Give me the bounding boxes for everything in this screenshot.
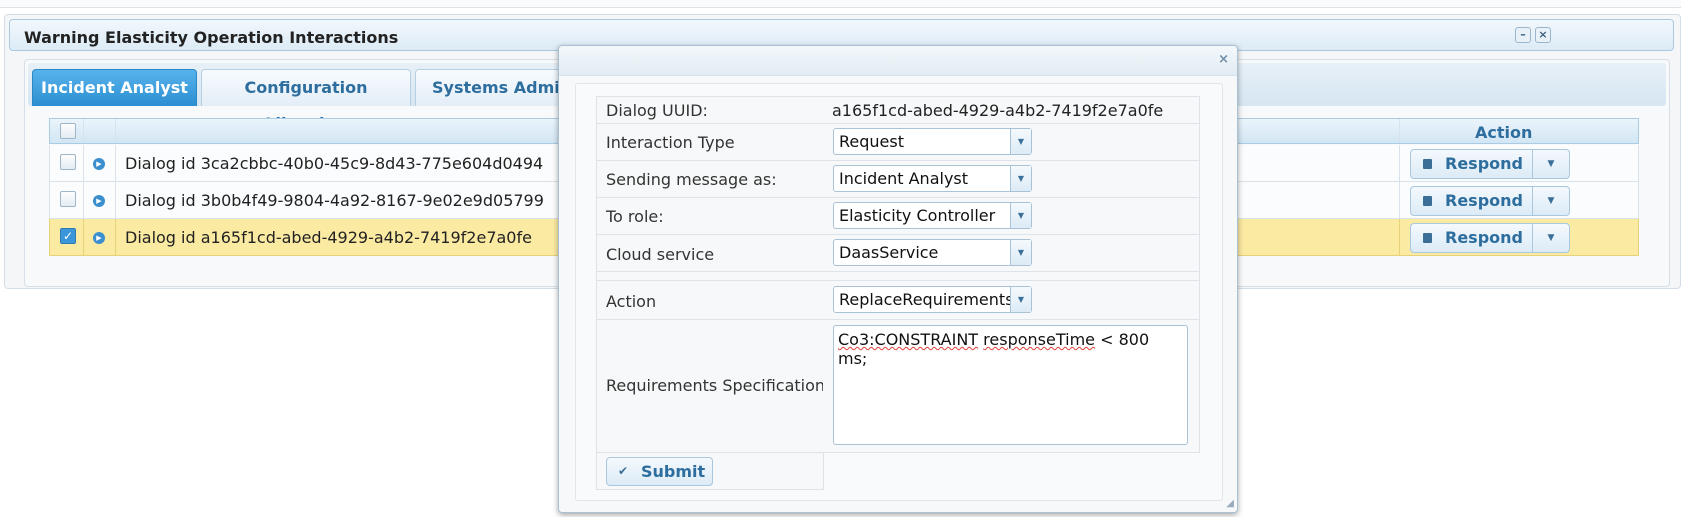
to-role-select[interactable]: Elasticity Controller ▼ [833, 202, 1032, 229]
close-icon[interactable]: × [1218, 52, 1229, 67]
chevron-down-icon[interactable]: ▼ [1010, 240, 1031, 265]
select-all-checkbox[interactable] [60, 123, 76, 139]
chevron-down-icon[interactable]: ▼ [1533, 224, 1569, 252]
form-label-cell: Interaction Type [596, 123, 824, 161]
action-select[interactable]: ReplaceRequirements ▼ [833, 286, 1032, 313]
chevron-down-icon[interactable]: ▼ [1533, 187, 1569, 215]
sending-as-label: Sending message as: [606, 170, 777, 189]
form-value-cell: ReplaceRequirements ▼ [823, 280, 1200, 320]
form-label-cell: Requirements Specification [596, 319, 826, 453]
dialog-id-text: Dialog id 3ca2cbbc-40b0-45c9-8d43-775e60… [125, 154, 544, 173]
action-column-header: Action [1475, 123, 1533, 142]
form-label-cell: Dialog UUID: [596, 96, 824, 124]
minimize-icon[interactable]: – [1515, 27, 1531, 43]
tab-systems-admin[interactable]: Systems Admi [415, 69, 565, 106]
interaction-type-select[interactable]: Request ▼ [833, 128, 1032, 155]
dialog-id-text: Dialog id 3b0b4f49-9804-4a92-8167-9e02e9… [125, 191, 544, 210]
dialog-titlebar[interactable]: × [559, 46, 1237, 76]
respond-button-group: Respond ▼ [1410, 186, 1570, 216]
uuid-label: Dialog UUID: [606, 101, 708, 120]
respond-button-group: Respond ▼ [1410, 149, 1570, 179]
requirements-label: Requirements Specification [606, 376, 826, 395]
chevron-down-icon[interactable]: ▼ [1533, 150, 1569, 178]
form-label-cell: Cloud service [596, 234, 824, 272]
interaction-type-label: Interaction Type [606, 133, 735, 152]
submit-button[interactable]: ✔ Submit [606, 457, 713, 486]
form-value-cell: Request ▼ [823, 123, 1200, 161]
sending-as-value: Incident Analyst [839, 169, 969, 188]
action-value: ReplaceRequirements [839, 290, 1014, 309]
cloud-service-label: Cloud service [606, 245, 715, 264]
top-strip [0, 0, 1681, 8]
panel-title: Warning Elasticity Operation Interaction… [24, 28, 399, 47]
save-icon [1423, 233, 1432, 243]
column-divider [1399, 182, 1400, 218]
respond-button[interactable]: Respond [1411, 224, 1533, 252]
column-divider [1399, 145, 1400, 181]
column-divider [115, 145, 116, 181]
submit-label: Submit [641, 462, 706, 481]
to-role-label: To role: [606, 207, 664, 226]
to-role-value: Elasticity Controller [839, 206, 996, 225]
save-icon [1423, 159, 1432, 169]
form-value-cell: Elasticity Controller ▼ [823, 197, 1200, 235]
expand-row-icon[interactable]: ▶ [93, 158, 105, 170]
column-divider [115, 119, 116, 143]
form-value-cell: Co3:CONSTRAINT responseTime < 800 ms; [823, 319, 1200, 453]
respond-button[interactable]: Respond [1411, 187, 1533, 215]
requirements-text-part: Co3:CONSTRAINT [838, 330, 979, 349]
chevron-down-icon[interactable]: ▼ [1010, 203, 1031, 228]
column-divider [1399, 119, 1400, 143]
respond-button[interactable]: Respond [1411, 150, 1533, 178]
checkmark-icon: ✔ [618, 464, 629, 478]
expand-row-icon[interactable]: ▶ [93, 232, 105, 244]
form-label-cell: ✔ Submit [596, 452, 824, 490]
row-checkbox[interactable] [60, 154, 76, 170]
column-divider [83, 182, 84, 218]
respond-label: Respond [1445, 228, 1523, 247]
row-checkbox[interactable] [60, 191, 76, 207]
tab-configuration-librarian[interactable]: Configuration Librarian [201, 69, 411, 133]
form-value-cell: a165f1cd-abed-4929-a4b2-7419f2e7a0fe [823, 96, 1200, 124]
chevron-down-icon[interactable]: ▼ [1010, 129, 1031, 154]
column-divider [83, 119, 84, 143]
row-checkbox-checked[interactable]: ✓ [60, 228, 76, 244]
column-divider [115, 219, 116, 255]
save-icon [1423, 196, 1432, 206]
requirements-textarea[interactable]: Co3:CONSTRAINT responseTime < 800 ms; [833, 325, 1188, 445]
close-icon[interactable]: × [1535, 27, 1551, 43]
respond-label: Respond [1445, 154, 1523, 173]
respond-label: Respond [1445, 191, 1523, 210]
dialog-id-text: Dialog id a165f1cd-abed-4929-a4b2-7419f2… [125, 228, 532, 247]
column-divider [83, 145, 84, 181]
form-value-cell: DaasService ▼ [823, 234, 1200, 272]
column-divider [83, 219, 84, 255]
form-value-cell: Incident Analyst ▼ [823, 160, 1200, 198]
cloud-service-value: DaasService [839, 243, 939, 262]
chevron-down-icon[interactable]: ▼ [1010, 287, 1031, 312]
tab-incident-analyst[interactable]: Incident Analyst [32, 69, 197, 106]
form-label-cell: Sending message as: [596, 160, 824, 198]
requirements-text-part: responseTime [983, 330, 1095, 349]
expand-row-icon[interactable]: ▶ [93, 195, 105, 207]
uuid-value: a165f1cd-abed-4929-a4b2-7419f2e7a0fe [832, 101, 1164, 120]
respond-button-group: Respond ▼ [1410, 223, 1570, 253]
column-divider [1399, 219, 1400, 255]
chevron-down-icon[interactable]: ▼ [1010, 166, 1031, 191]
interaction-type-value: Request [839, 132, 904, 151]
action-label: Action [606, 292, 657, 311]
form-label-cell: Action [596, 280, 824, 320]
cloud-service-select[interactable]: DaasService ▼ [833, 239, 1032, 266]
resize-grip-icon[interactable]: ◢ [1226, 498, 1234, 509]
column-divider [115, 182, 116, 218]
form-label-cell: To role: [596, 197, 824, 235]
sending-as-select[interactable]: Incident Analyst ▼ [833, 165, 1032, 192]
